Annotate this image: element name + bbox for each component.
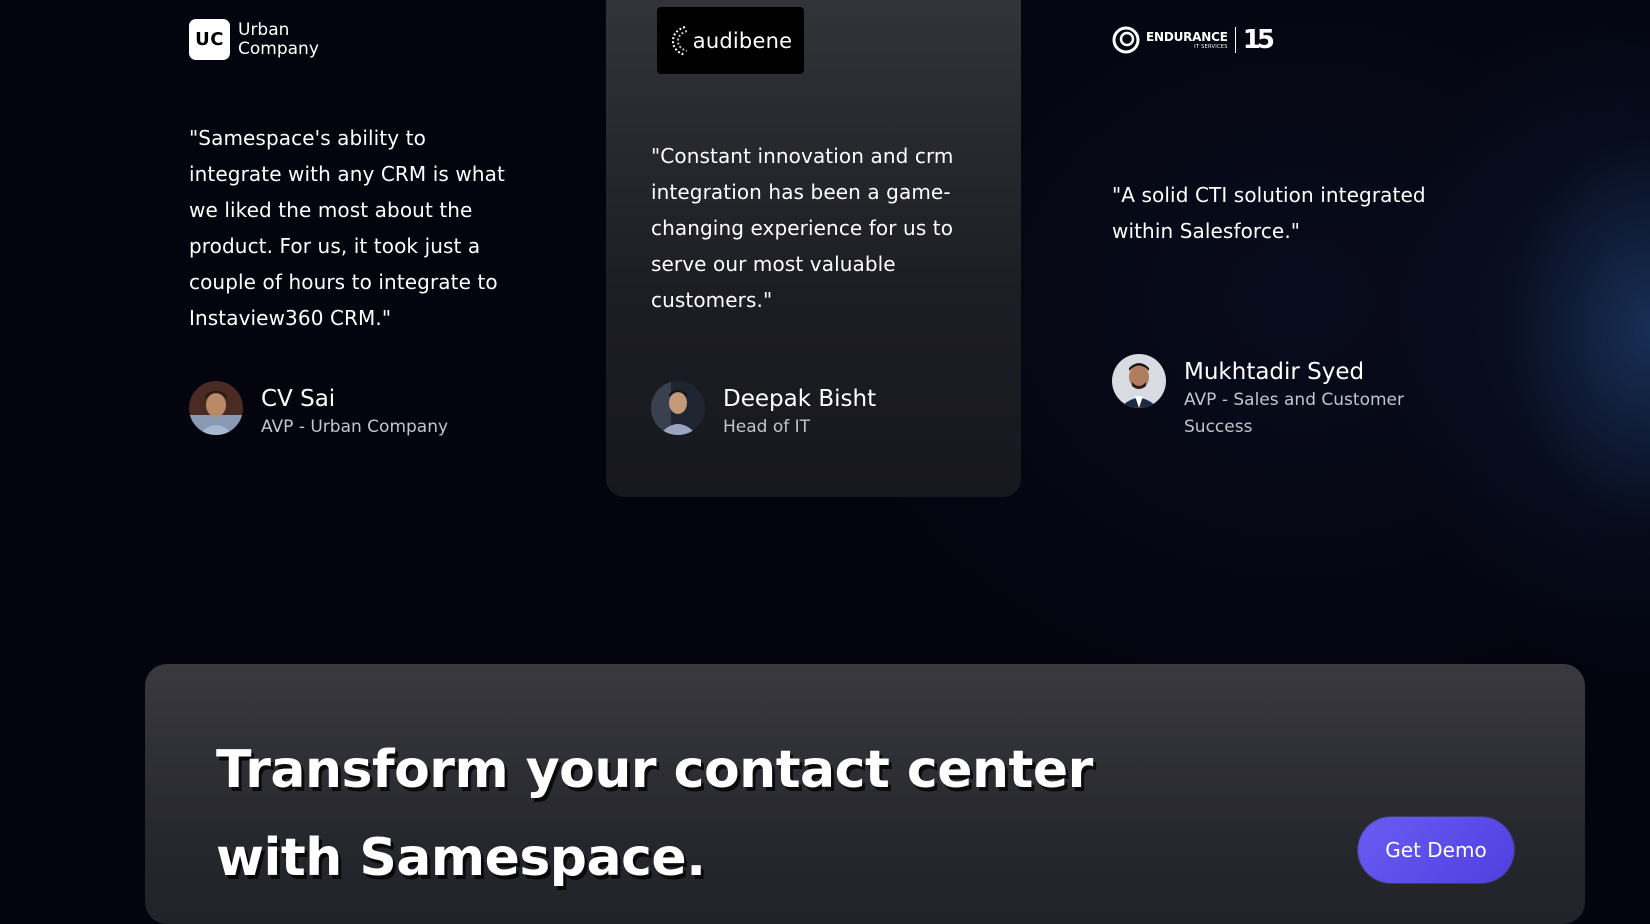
audibene-logo: audibene: [657, 7, 804, 74]
author-name: CV Sai: [261, 386, 336, 412]
testimonial-author: CV Sai AVP - Urban Company: [189, 381, 448, 441]
endurance-logo-icon: [1112, 26, 1140, 54]
logo-word-company: Company: [238, 38, 319, 59]
audibene-logo-text: audibene: [692, 28, 793, 53]
endurance-logo: ENDURANCE IT SERVICES 15: [1112, 25, 1275, 55]
author-name: Mukhtadir Syed: [1184, 359, 1365, 385]
endurance-anniversary-number: 15: [1242, 25, 1275, 55]
cta-banner: Transform your contact center with Sames…: [145, 664, 1585, 924]
testimonial-author: Deepak Bisht Head of IT: [651, 381, 876, 441]
urban-company-logo-text: Urban Company: [238, 19, 319, 59]
endurance-logo-text: ENDURANCE: [1146, 29, 1228, 44]
avatar: [189, 381, 243, 435]
author-role: AVP - Urban Company: [261, 417, 449, 437]
author-role: Head of IT: [723, 417, 811, 437]
uc-logo-icon: UC: [189, 19, 230, 60]
audibene-logo-icon: [671, 25, 688, 56]
endurance-logo-subtext: IT SERVICES: [1194, 43, 1228, 50]
logo-word-urban: Urban: [238, 19, 290, 40]
testimonial-audibene-card: audibene "Constant innovation and crm in…: [606, 0, 1021, 497]
author-name: Deepak Bisht: [723, 386, 877, 412]
get-demo-button[interactable]: Get Demo: [1358, 817, 1514, 883]
cta-title: Transform your contact center with Sames…: [216, 740, 1093, 888]
testimonial-quote: "A solid CTI solution integrated within …: [1112, 183, 1426, 243]
testimonial-author: Mukhtadir Syed AVP - Sales and Customer …: [1112, 354, 1444, 441]
testimonial-quote: "Samespace's ability to integrate with a…: [189, 126, 505, 330]
testimonial-quote: "Constant innovation and crm integration…: [651, 144, 954, 312]
avatar: [1112, 354, 1166, 408]
author-role: AVP - Sales and Customer Success: [1184, 390, 1404, 437]
avatar: [651, 381, 705, 435]
logo-divider: [1234, 27, 1236, 53]
urban-company-logo: UC Urban Company: [189, 19, 319, 60]
